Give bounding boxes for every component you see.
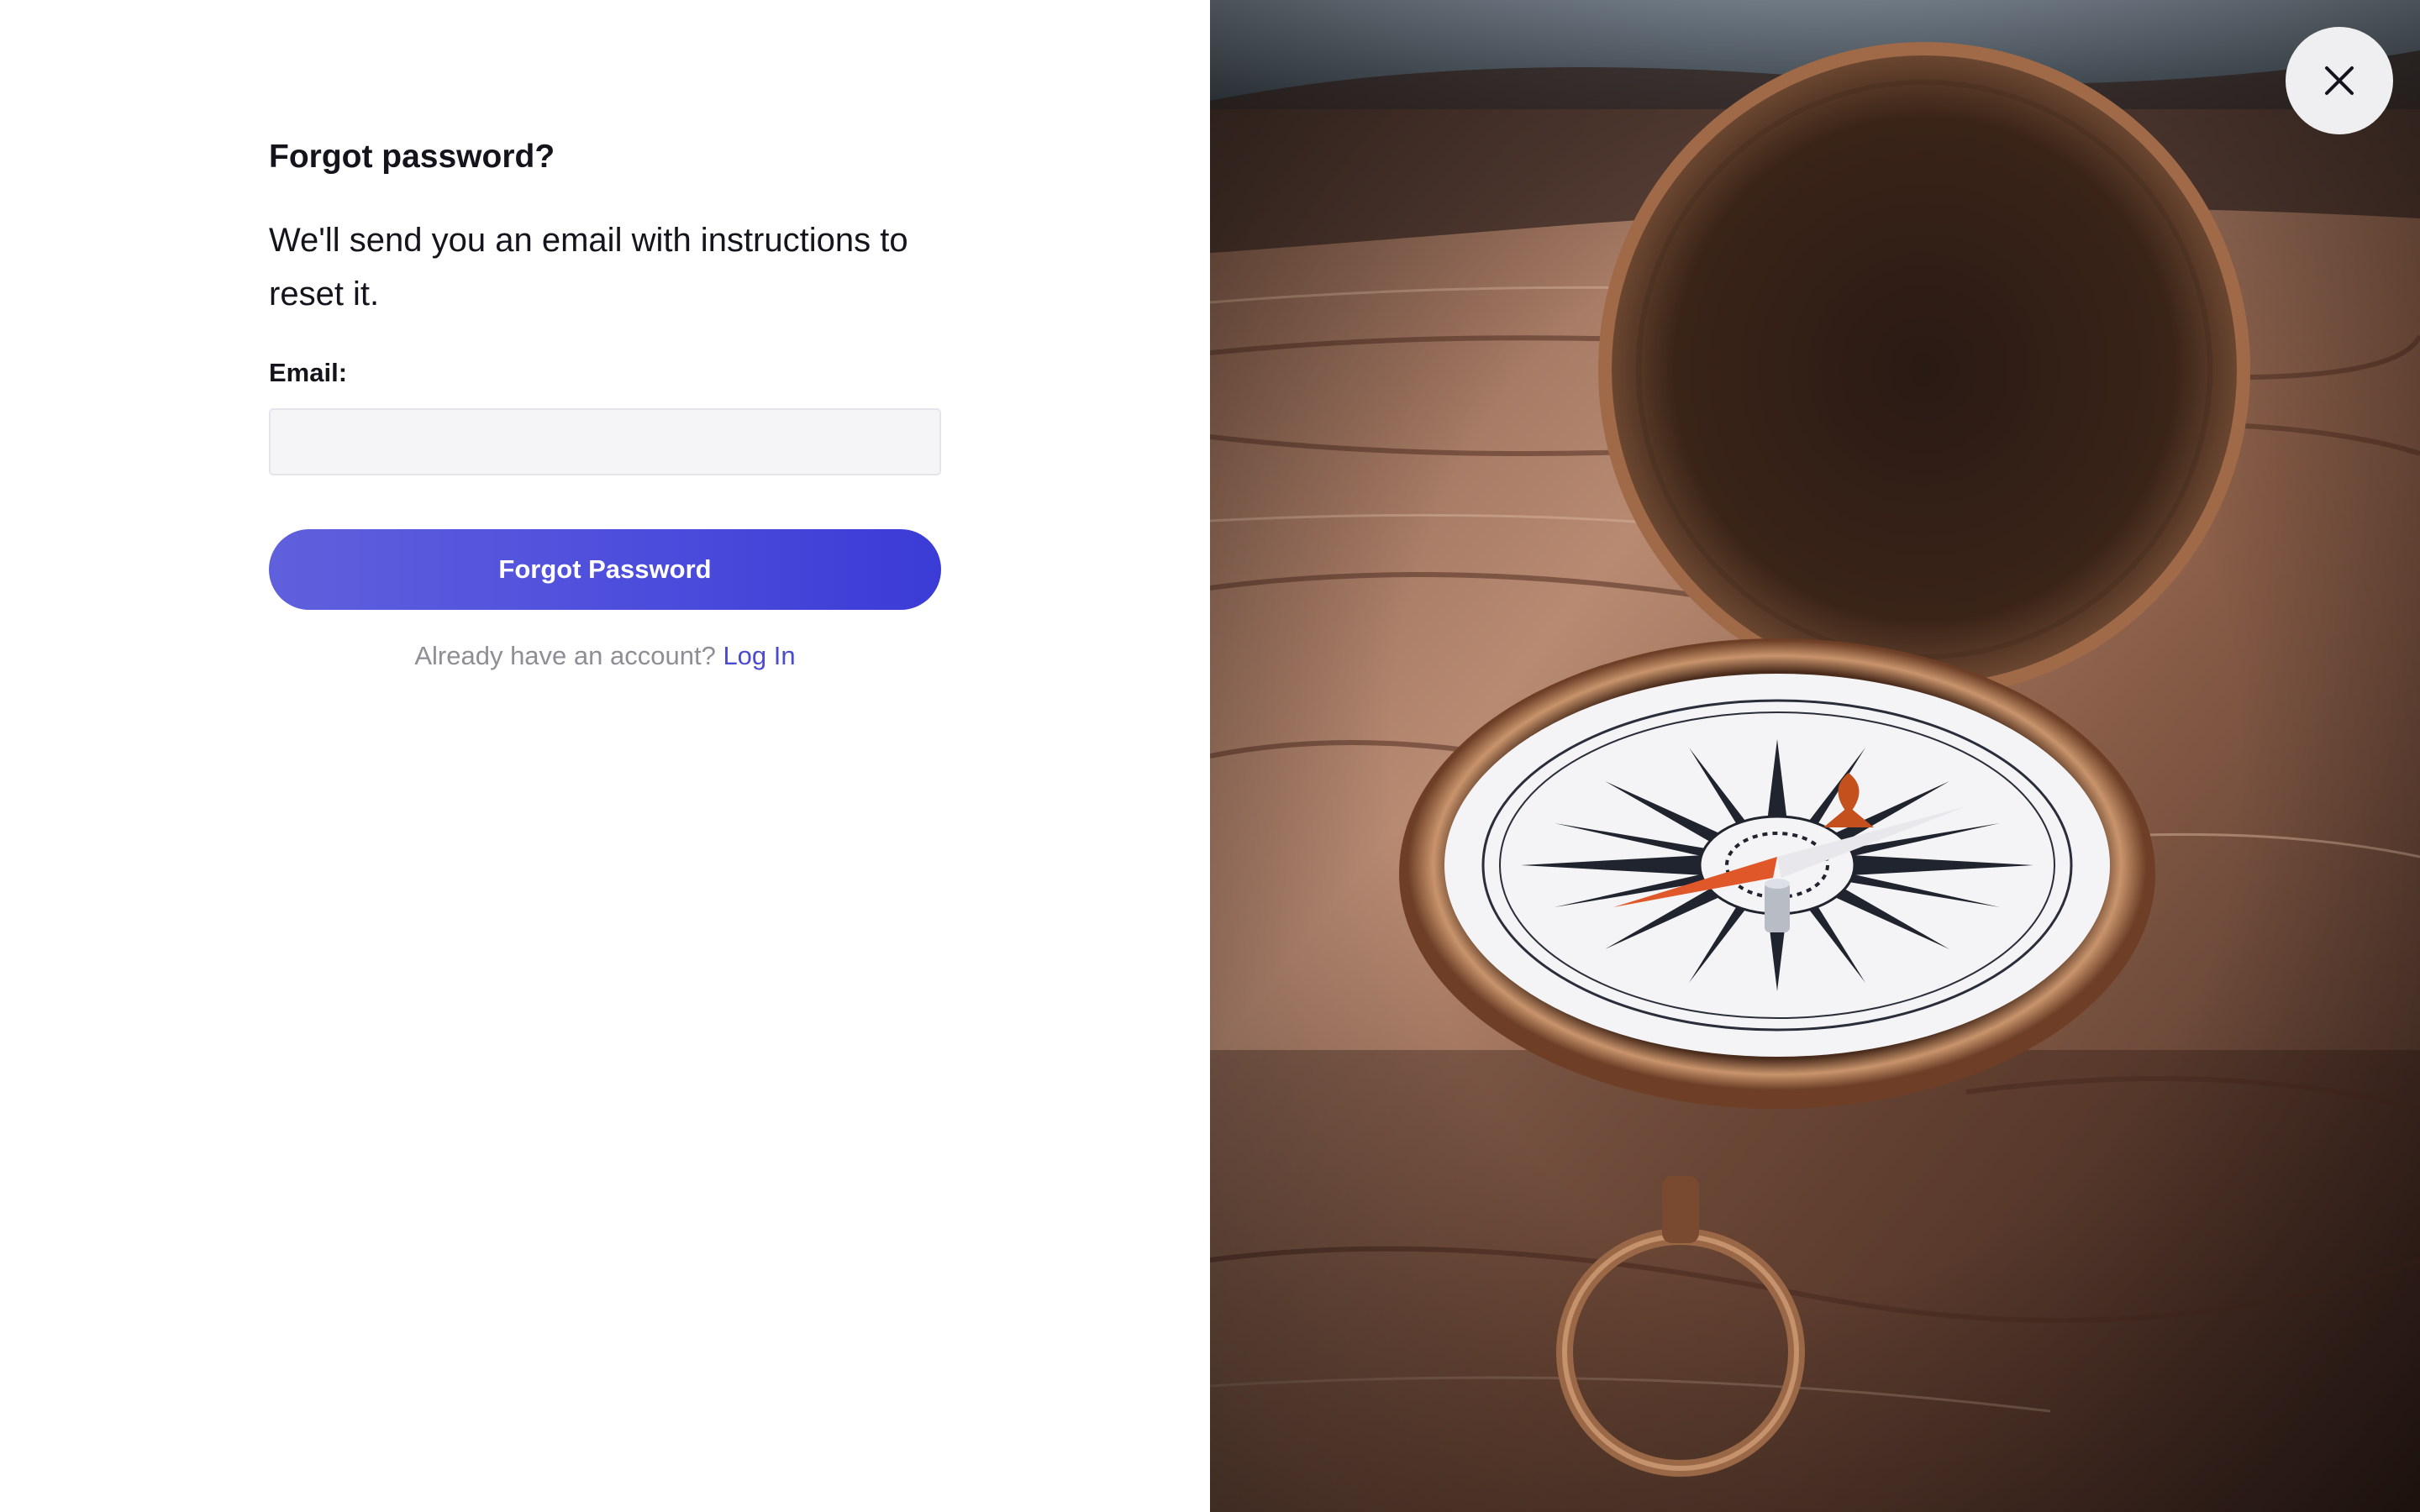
compass-photo <box>1210 0 2420 1512</box>
form-panel: Forgot password? We'll send you an email… <box>0 0 1210 1512</box>
instructions-text: We'll send you an email with instruction… <box>269 222 908 312</box>
login-link[interactable]: Log In <box>723 641 795 670</box>
forgot-password-page: Forgot password? We'll send you an email… <box>0 0 2420 1512</box>
login-prompt-row: Already have an account? Log In <box>269 638 941 674</box>
email-label: Email: <box>269 358 348 387</box>
forgot-password-form: Forgot password? We'll send you an email… <box>269 134 941 674</box>
close-icon <box>2325 66 2354 95</box>
page-title: Forgot password? <box>269 139 555 175</box>
email-field[interactable] <box>269 408 941 475</box>
close-button[interactable] <box>2286 27 2393 134</box>
compass-illustration <box>1210 0 2420 1512</box>
login-prompt-text: Already have an account? <box>414 641 716 670</box>
forgot-password-button[interactable]: Forgot Password <box>269 529 941 610</box>
